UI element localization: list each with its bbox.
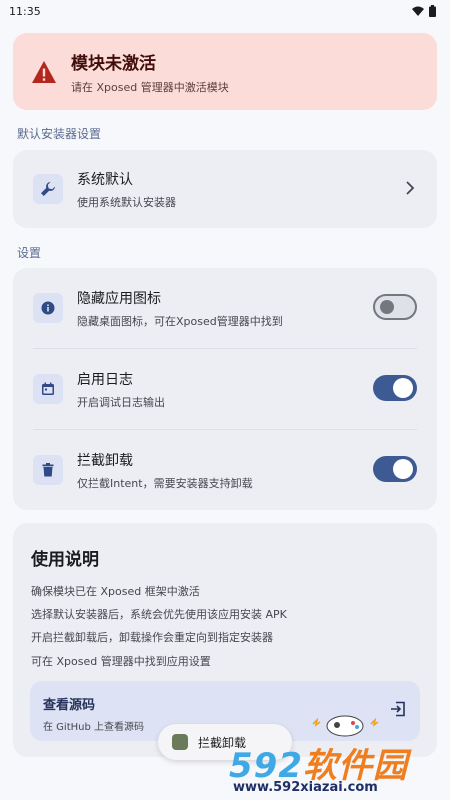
battery-icon: [429, 5, 436, 17]
default-installer-title: 系统默认: [77, 171, 133, 188]
enable-log-row[interactable]: 启用日志 开启调试日志输出: [13, 349, 437, 429]
trash-icon: [33, 455, 63, 485]
module-inactive-alert: 模块未激活 请在 Xposed 管理器中激活模块: [13, 33, 437, 110]
status-bar: 11:35: [0, 0, 450, 22]
usage-line: 确保模块已在 Xposed 框架中激活: [31, 585, 200, 598]
hide-icon-toggle[interactable]: [373, 294, 417, 320]
warning-icon: [32, 60, 56, 83]
enable-log-subtitle: 开启调试日志输出: [77, 395, 165, 409]
intercept-uninstall-toggle[interactable]: [373, 456, 417, 482]
installer-section-label: 默认安装器设置: [17, 127, 102, 141]
usage-title: 使用说明: [31, 550, 99, 570]
hide-icon-subtitle: 隐藏桌面图标，可在Xposed管理器中找到: [77, 314, 283, 328]
hide-icon-text: 隐藏应用图标 隐藏桌面图标，可在Xposed管理器中找到: [77, 288, 283, 329]
alert-text: 模块未激活 请在 Xposed 管理器中激活模块: [71, 49, 229, 95]
info-icon: [33, 293, 63, 323]
wrench-icon: [33, 174, 63, 204]
hide-icon-title: 隐藏应用图标: [77, 290, 161, 307]
gamepad-mascot-icon: [312, 715, 379, 737]
settings-section-label: 设置: [17, 246, 42, 260]
usage-line: 开启拦截卸载后，卸载操作会重定向到指定安装器: [31, 631, 273, 644]
alert-title: 模块未激活: [71, 53, 156, 74]
open-external-icon: [391, 701, 405, 717]
installer-card: 系统默认 使用系统默认安装器: [13, 150, 437, 228]
wifi-icon: [412, 6, 424, 16]
toggle-knob: [393, 459, 413, 479]
toggle-knob: [393, 378, 413, 398]
default-installer-subtitle: 使用系统默认安装器: [77, 195, 176, 209]
chevron-right-icon: [406, 181, 415, 195]
default-installer-row[interactable]: 系统默认 使用系统默认安装器: [13, 150, 437, 228]
alert-subtitle: 请在 Xposed 管理器中激活模块: [71, 80, 229, 94]
app-icon: [172, 734, 188, 750]
intercept-uninstall-text: 拦截卸载 仅拦截Intent，需要安装器支持卸载: [77, 450, 253, 491]
watermark-url: www.592xiazai.com: [233, 780, 378, 795]
enable-log-title: 启用日志: [77, 371, 133, 388]
usage-line: 选择默认安装器后，系统会优先使用该应用安装 APK: [31, 608, 287, 621]
calendar-icon: [33, 374, 63, 404]
hide-icon-row[interactable]: 隐藏应用图标 隐藏桌面图标，可在Xposed管理器中找到: [13, 268, 437, 348]
status-time: 11:35: [9, 4, 41, 18]
intercept-uninstall-title: 拦截卸载: [77, 452, 133, 469]
watermark-logo: 592软件园 www.592xiazai.com: [225, 738, 447, 798]
enable-log-text: 启用日志 开启调试日志输出: [77, 369, 165, 410]
default-installer-text: 系统默认 使用系统默认安装器: [77, 169, 176, 210]
settings-card: 隐藏应用图标 隐藏桌面图标，可在Xposed管理器中找到 启用日志 开启调试日志…: [13, 268, 437, 510]
enable-log-toggle[interactable]: [373, 375, 417, 401]
intercept-uninstall-subtitle: 仅拦截Intent，需要安装器支持卸载: [77, 476, 253, 490]
usage-line: 可在 Xposed 管理器中找到应用设置: [31, 655, 211, 668]
intercept-uninstall-row[interactable]: 拦截卸载 仅拦截Intent，需要安装器支持卸载: [13, 430, 437, 510]
toggle-knob: [380, 300, 394, 314]
status-icons: [412, 5, 436, 17]
